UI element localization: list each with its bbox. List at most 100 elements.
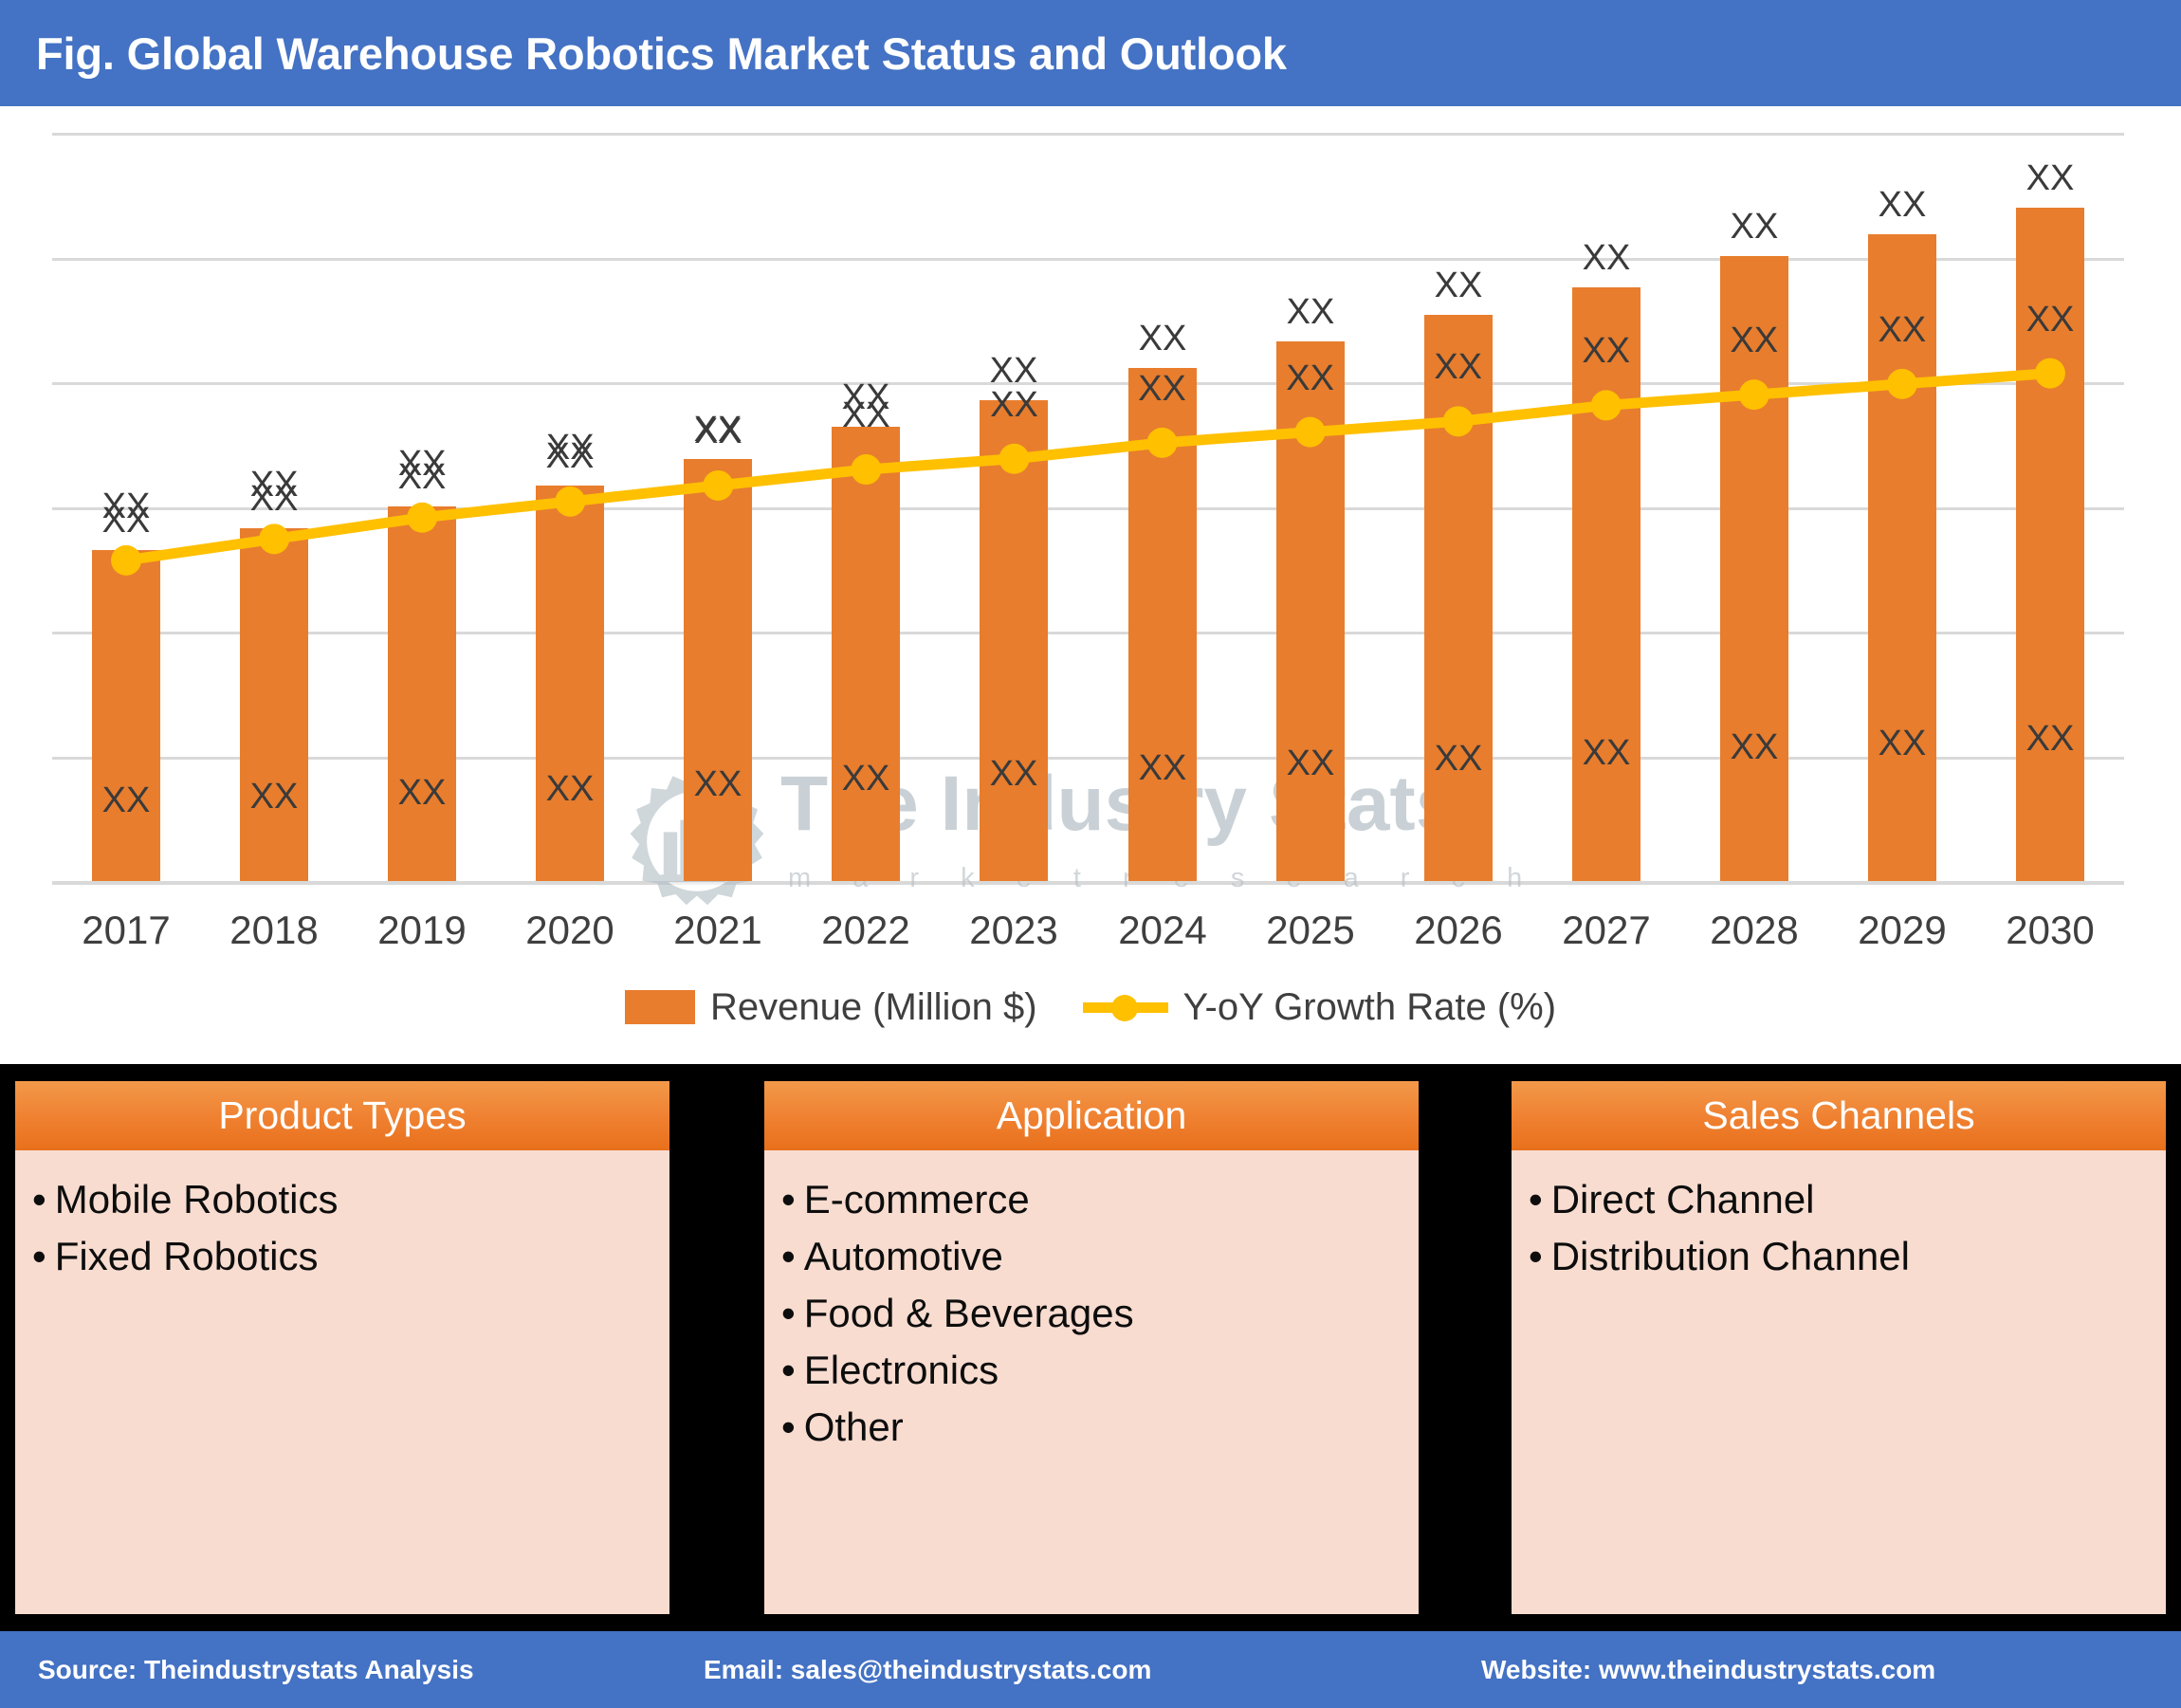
list-item: • E-commerce bbox=[781, 1171, 1402, 1227]
bar-value-label: XX bbox=[1286, 744, 1335, 783]
bar-top-value-label: XX bbox=[1434, 266, 1483, 305]
legend-line-marker-swatch-icon bbox=[1082, 990, 1168, 1024]
x-axis-tick-label: 2026 bbox=[1414, 908, 1503, 952]
list-item: • Direct Channel bbox=[1529, 1171, 2149, 1227]
x-axis-tick-label: 2024 bbox=[1118, 908, 1207, 952]
bar-value-label: XX bbox=[1582, 733, 1631, 773]
figure-title-bar: Fig. Global Warehouse Robotics Market St… bbox=[0, 0, 2181, 106]
bar-value-label: XX bbox=[397, 773, 447, 813]
x-axis-tick-label: 2025 bbox=[1266, 908, 1355, 952]
list-item: • Distribution Channel bbox=[1529, 1228, 2149, 1284]
panel-body: • Direct Channel • Distribution Channel bbox=[1512, 1150, 2166, 1614]
bar-top-value-label: XX bbox=[1730, 207, 1779, 247]
bar-value-label: XX bbox=[1434, 739, 1483, 779]
x-axis-labels: 2017 2018 2019 2020 2021 2022 2023 2024 2025 2026… bbox=[52, 908, 2124, 963]
plot-area: The Industry Stats m a r k e t r e s e a… bbox=[52, 133, 2124, 906]
bar: XX XX bbox=[1572, 238, 1640, 881]
legend-bar-swatch-icon bbox=[624, 990, 695, 1024]
panel-header: Sales Channels bbox=[1512, 1081, 2166, 1150]
list-item-label: Automotive bbox=[803, 1234, 1003, 1278]
bar: XX XX bbox=[240, 479, 308, 881]
legend-item[interactable]: Revenue (Million $) bbox=[624, 985, 1037, 1029]
x-axis-tick-label: 2022 bbox=[821, 908, 910, 952]
chart-panel: The Industry Stats m a r k e t r e s e a… bbox=[0, 106, 2181, 1064]
bar-top-value-label: XX bbox=[101, 501, 151, 541]
bullet-icon: • bbox=[1529, 1177, 1543, 1221]
list-item: • Electronics bbox=[781, 1342, 1402, 1398]
bar-top-value-label: XX bbox=[249, 479, 299, 519]
x-axis-tick-label: 2028 bbox=[1710, 908, 1799, 952]
bar-value-label: XX bbox=[101, 781, 151, 820]
bar: XX XX bbox=[92, 501, 160, 881]
bullet-icon: • bbox=[781, 1291, 796, 1335]
x-axis-tick-label: 2027 bbox=[1562, 908, 1651, 952]
bar-top-value-label: XX bbox=[397, 457, 447, 497]
bar-series: XX XX XX XX XX XX XX XX XX XX XX XX XX XX XX XX XX XX XX XX… bbox=[52, 133, 2124, 881]
list-item-label: Electronics bbox=[803, 1348, 999, 1392]
x-axis-tick-label: 2023 bbox=[969, 908, 1058, 952]
bar-top-value-label: XX bbox=[1878, 185, 1927, 225]
bullet-icon: • bbox=[781, 1177, 796, 1221]
bar-value-label: XX bbox=[545, 769, 595, 809]
bar-top-value-label: XX bbox=[1582, 238, 1631, 278]
x-axis-tick-label: 2021 bbox=[673, 908, 762, 952]
list-item-label: Other bbox=[803, 1405, 904, 1449]
bullet-icon: • bbox=[32, 1234, 46, 1278]
bar-top-value-label: XX bbox=[841, 377, 890, 417]
panel-header: Application bbox=[764, 1081, 1419, 1150]
legend-label: Revenue (Million $) bbox=[709, 985, 1037, 1028]
bar-top-value-label: XX bbox=[693, 410, 742, 450]
bar: XX XX bbox=[980, 351, 1048, 881]
bullet-icon: • bbox=[1529, 1234, 1543, 1278]
bar-value-label: XX bbox=[249, 777, 299, 817]
footer-email: Email: sales@theindustrystats.com bbox=[704, 1654, 1152, 1684]
legend-label: Y-oY Growth Rate (%) bbox=[1182, 985, 1557, 1028]
page-title: Fig. Global Warehouse Robotics Market St… bbox=[36, 28, 1287, 79]
list-item: • Other bbox=[781, 1399, 1402, 1455]
list-item-label: Mobile Robotics bbox=[54, 1177, 339, 1221]
segment-panel-sales-channels: Sales Channels • Direct Channel • Distribut… bbox=[1512, 1081, 2166, 1614]
bar: XX XX bbox=[1276, 292, 1345, 881]
bar: XX XX bbox=[1424, 266, 1493, 881]
chart-legend: Revenue (Million $) Y-oY Growth Rate (%) bbox=[0, 974, 2181, 1040]
bar-top-value-label: XX bbox=[2025, 158, 2075, 198]
bar-top-value-label: XX bbox=[545, 436, 595, 476]
bar-value-label: XX bbox=[2025, 719, 2075, 759]
legend-item[interactable]: Y-oY Growth Rate (%) bbox=[1082, 985, 1557, 1029]
list-item-label: Food & Beverages bbox=[803, 1291, 1134, 1335]
panel-title: Sales Channels bbox=[1702, 1093, 1975, 1137]
bar-value-label: XX bbox=[989, 754, 1038, 794]
x-axis-tick-label: 2030 bbox=[2006, 908, 2095, 952]
bar-value-label: XX bbox=[1878, 724, 1927, 763]
list-item-label: E-commerce bbox=[803, 1177, 1030, 1221]
bullet-icon: • bbox=[32, 1177, 46, 1221]
bar-value-label: XX bbox=[841, 759, 890, 799]
x-axis-tick-label: 2019 bbox=[377, 908, 467, 952]
x-axis-tick-label: 2029 bbox=[1858, 908, 1947, 952]
bar-value-label: XX bbox=[1730, 727, 1779, 767]
list-item-label: Distribution Channel bbox=[1550, 1234, 1910, 1278]
figure-footer: Source: Theindustrystats Analysis Email:… bbox=[0, 1631, 2181, 1708]
panel-title: Application bbox=[996, 1093, 1187, 1137]
x-axis-tick-label: 2020 bbox=[525, 908, 614, 952]
bar: XX XX bbox=[536, 436, 604, 881]
bullet-icon: • bbox=[781, 1234, 796, 1278]
bar-top-value-label: XX bbox=[1138, 319, 1187, 358]
x-axis-line bbox=[52, 881, 2124, 885]
list-item: • Mobile Robotics bbox=[32, 1171, 652, 1227]
list-item-label: Direct Channel bbox=[1550, 1177, 1815, 1221]
footer-website: Website: www.theindustrystats.com bbox=[1481, 1654, 1936, 1684]
segment-panel-product-types: Product Types • Mobile Robotics • Fixed Rob… bbox=[15, 1081, 669, 1614]
segment-section: Product Types • Mobile Robotics • Fixed Rob… bbox=[0, 1064, 2181, 1631]
x-axis-tick-label: 2018 bbox=[229, 908, 319, 952]
bar: XX XX bbox=[1128, 319, 1197, 881]
bar: XX XX bbox=[684, 410, 752, 881]
x-axis-tick-label: 2017 bbox=[82, 908, 171, 952]
bar: XX XX bbox=[1868, 185, 1936, 881]
segment-panel-application: Application • E-commerce • Automotive • Food … bbox=[764, 1081, 1419, 1614]
bar-value-label: XX bbox=[1138, 748, 1187, 788]
bar-top-value-label: XX bbox=[1286, 292, 1335, 332]
footer-source: Source: Theindustrystats Analysis bbox=[38, 1654, 474, 1684]
bar: XX XX bbox=[2016, 158, 2084, 881]
panel-body: • E-commerce • Automotive • Food & Beverages •… bbox=[764, 1150, 1419, 1614]
